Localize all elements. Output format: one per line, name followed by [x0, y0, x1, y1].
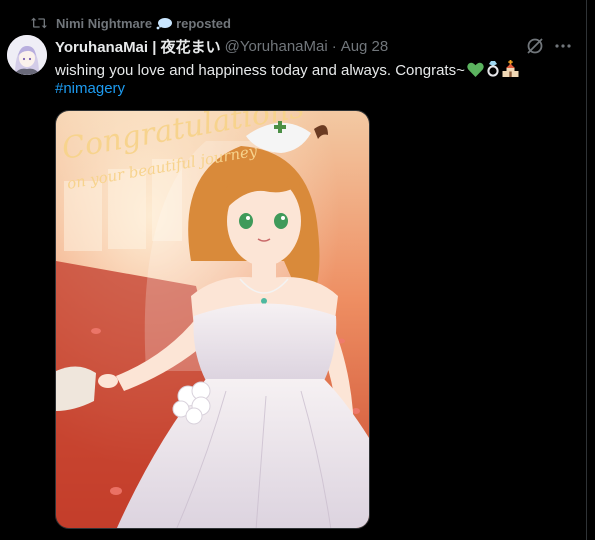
- grok-icon[interactable]: [526, 37, 544, 60]
- church-icon: [502, 60, 519, 82]
- tweet-image[interactable]: Congratulations on your beautiful journe…: [55, 110, 370, 529]
- column-divider: [586, 0, 587, 540]
- display-name[interactable]: YoruhanaMai | 夜花まい: [55, 36, 221, 57]
- repost-context[interactable]: Nimi Nightmare reposted: [31, 13, 231, 33]
- separator: ·: [331, 37, 337, 55]
- ring-icon: [486, 60, 500, 82]
- green-heart-icon: [467, 62, 484, 82]
- speech-bubble-icon: [156, 17, 173, 30]
- tweet-header: YoruhanaMai | 夜花まい @YoruhanaMai · Aug 28: [55, 36, 388, 56]
- hashtag-link[interactable]: #nimagery: [55, 79, 125, 98]
- tweet-body: wishing you love and happiness today and…: [55, 62, 465, 79]
- timestamp[interactable]: Aug 28: [341, 38, 389, 55]
- more-icon[interactable]: [554, 37, 572, 60]
- user-handle[interactable]: @YoruhanaMai: [225, 38, 328, 55]
- repost-label: reposted: [176, 15, 231, 31]
- reposter-name[interactable]: Nimi Nightmare: [56, 16, 152, 31]
- avatar[interactable]: [7, 35, 47, 75]
- repost-icon: [31, 16, 47, 30]
